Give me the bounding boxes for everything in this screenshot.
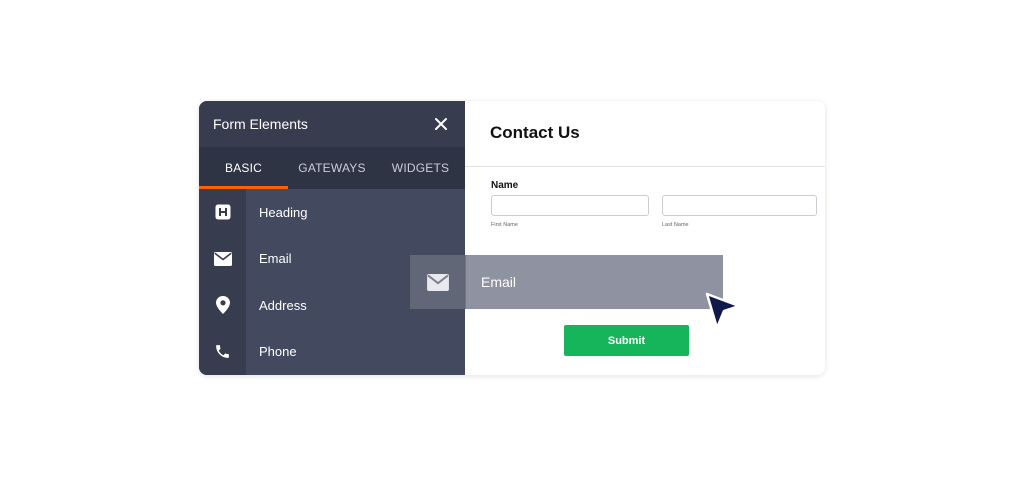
last-name-sublabel: Last Name: [662, 222, 689, 228]
phone-icon: [199, 343, 246, 360]
form-title: Contact Us: [490, 123, 580, 142]
element-item-phone[interactable]: Phone: [199, 329, 465, 376]
element-tabs: BASIC GATEWAYS WIDGETS: [199, 147, 465, 189]
submit-button[interactable]: Submit: [564, 325, 689, 356]
name-label: Name: [491, 180, 519, 191]
map-pin-icon: [199, 296, 246, 315]
form-divider: [465, 166, 825, 167]
envelope-icon: [199, 251, 246, 266]
form-builder-card: Form Elements BASIC GATEWAYS WIDGETS Hea…: [199, 101, 825, 375]
tab-widgets[interactable]: WIDGETS: [376, 147, 465, 189]
last-name-input[interactable]: [662, 195, 817, 216]
envelope-icon: [410, 255, 466, 309]
close-icon: [435, 118, 447, 130]
form-preview: Contact Us Name First Name Last Name Sub…: [465, 101, 825, 375]
panel-title: Form Elements: [213, 116, 308, 132]
element-item-label: Email: [259, 251, 292, 267]
panel-header: Form Elements: [199, 101, 465, 147]
close-button[interactable]: [431, 114, 451, 134]
tab-gateways[interactable]: GATEWAYS: [288, 147, 376, 189]
mouse-pointer-icon: [705, 292, 741, 330]
element-item-label: Phone: [259, 344, 297, 360]
dragged-email-element[interactable]: Email: [410, 255, 723, 309]
heading-icon: [199, 204, 246, 220]
first-name-sublabel: First Name: [491, 222, 518, 228]
element-item-heading[interactable]: Heading: [199, 189, 465, 236]
element-item-label: Heading: [259, 204, 308, 220]
form-elements-panel: Form Elements BASIC GATEWAYS WIDGETS Hea…: [199, 101, 465, 375]
tab-basic[interactable]: BASIC: [199, 147, 288, 189]
dragged-element-label: Email: [481, 274, 517, 290]
element-item-label: Address: [259, 297, 307, 313]
first-name-input[interactable]: [491, 195, 649, 216]
